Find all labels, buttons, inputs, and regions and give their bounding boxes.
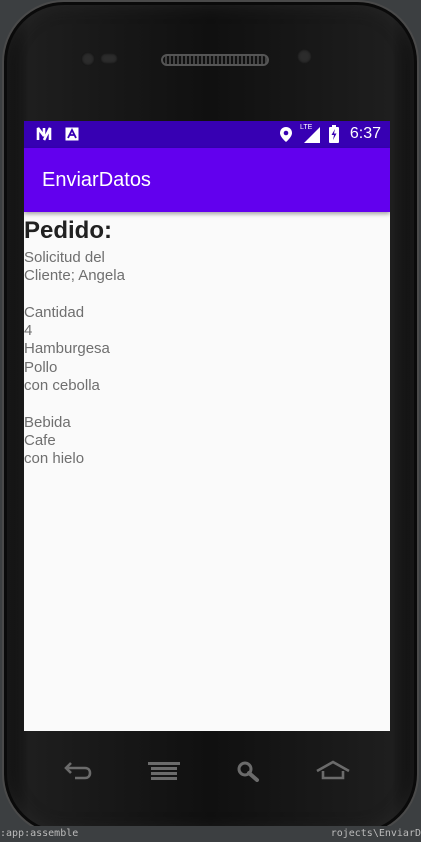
order-line: Cafe xyxy=(24,431,56,449)
location-icon xyxy=(280,127,292,142)
order-line: Hamburgesa xyxy=(24,340,110,358)
order-line: Cliente; Angela xyxy=(24,267,125,285)
n-notification-icon xyxy=(36,127,52,141)
status-bar: LTE 6:37 xyxy=(24,121,390,148)
light-sensor xyxy=(297,49,312,64)
order-content: Pedido: Solicitud del Cliente; Angela Ca… xyxy=(24,217,390,469)
ide-project-path: rojects\EnviarD xyxy=(330,828,421,839)
order-line xyxy=(24,395,390,413)
order-heading: Pedido: xyxy=(24,217,112,244)
earpiece-speaker xyxy=(161,54,269,66)
app-title: EnviarDatos xyxy=(42,169,151,191)
front-camera xyxy=(81,52,95,66)
order-details: Solicitud del Cliente; Angela Cantidad 4… xyxy=(24,249,390,469)
order-line: Pollo xyxy=(24,358,58,376)
signal-icon xyxy=(304,127,320,143)
order-line: Bebida xyxy=(24,413,71,431)
order-line: Cantidad xyxy=(24,303,85,321)
search-icon[interactable] xyxy=(236,760,260,782)
a-notification-icon xyxy=(65,127,79,141)
menu-icon[interactable] xyxy=(148,762,180,780)
order-line: con hielo xyxy=(24,450,85,468)
home-icon[interactable] xyxy=(315,760,351,780)
order-line: 4 xyxy=(24,322,33,340)
ide-build-text: :app:assemble xyxy=(0,828,79,839)
ide-status-bar: :app:assemble rojects\EnviarD xyxy=(0,826,421,842)
app-bar: EnviarDatos xyxy=(24,148,390,212)
status-time: 6:37 xyxy=(349,125,381,142)
order-line: con cebolla xyxy=(24,377,100,395)
back-icon[interactable] xyxy=(63,760,93,780)
proximity-sensor xyxy=(100,53,118,64)
order-line xyxy=(24,286,390,304)
order-line: Solicitud del xyxy=(24,249,105,266)
battery-charging-icon xyxy=(329,125,339,143)
device-screen: LTE 6:37 EnviarDatos Pedido: Solicitud d… xyxy=(24,121,390,731)
